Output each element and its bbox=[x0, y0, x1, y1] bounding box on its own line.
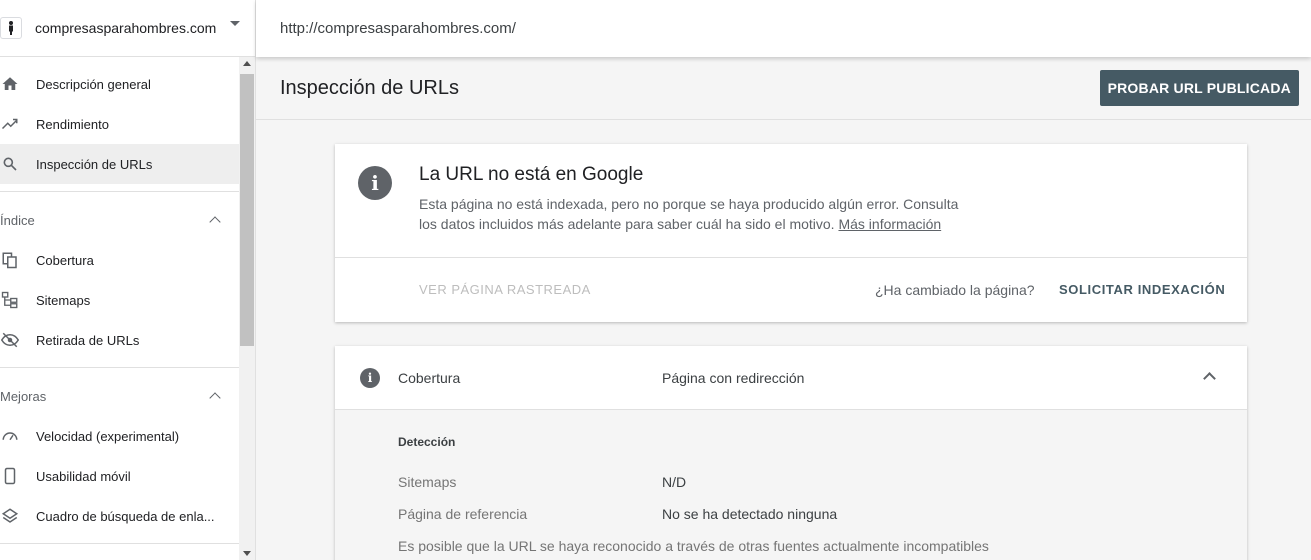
scrollbar-thumb[interactable] bbox=[240, 74, 254, 346]
sitemap-icon bbox=[0, 290, 20, 310]
detection-title: Detección bbox=[398, 435, 456, 449]
sidebar-item-mobile-usability[interactable]: Usabilidad móvil bbox=[0, 456, 239, 496]
detail-value-sitemaps: N/D bbox=[662, 474, 687, 490]
sidebar-scrollbar[interactable] bbox=[239, 57, 255, 560]
chevron-up-icon[interactable] bbox=[1203, 372, 1216, 385]
page-header: Inspección de URLs PROBAR URL PUBLICADA bbox=[256, 57, 1311, 120]
sidebar-item-performance[interactable]: Rendimiento bbox=[0, 104, 239, 144]
status-desc-line2: los datos incluidos más adelante para sa… bbox=[419, 216, 835, 232]
property-selector[interactable]: compresasparahombres.com bbox=[0, 0, 255, 57]
view-crawled-page-button[interactable]: VER PÁGINA RASTREADA bbox=[419, 282, 591, 297]
sidebar-item-label: Descripción general bbox=[36, 76, 151, 92]
info-icon: i bbox=[358, 166, 392, 200]
section-title: Mejoras bbox=[0, 388, 47, 404]
divider bbox=[0, 367, 239, 368]
layers-icon bbox=[0, 506, 20, 526]
url-inspect-bar[interactable]: http://compresasparahombres.com/ bbox=[256, 0, 1311, 57]
dropdown-arrow-icon[interactable] bbox=[230, 21, 240, 26]
sidebar-section-index[interactable]: Índice bbox=[0, 200, 239, 240]
sidebar-item-coverage[interactable]: Cobertura bbox=[0, 240, 239, 280]
sidebar-section-improvements[interactable]: Mejoras bbox=[0, 376, 239, 416]
request-indexing-button[interactable]: SOLICITAR INDEXACIÓN bbox=[1059, 282, 1225, 297]
eye-off-icon bbox=[0, 330, 20, 350]
smartphone-icon bbox=[0, 466, 20, 486]
divider bbox=[0, 191, 239, 192]
sidebar-item-label: Velocidad (experimental) bbox=[36, 428, 180, 444]
scroll-down-arrow-icon[interactable] bbox=[243, 551, 251, 556]
sidebar-item-label: Sitemaps bbox=[36, 292, 91, 308]
sidebar-nav: Descripción general Rendimiento Inspecci… bbox=[0, 64, 239, 552]
inspected-url[interactable]: http://compresasparahombres.com/ bbox=[280, 20, 516, 37]
sidebar-item-label: Usabilidad móvil bbox=[36, 468, 131, 484]
sidebar-item-label: Cuadro de búsqueda de enla... bbox=[36, 508, 215, 524]
detail-label-referring-page: Página de referencia bbox=[398, 506, 528, 522]
status-description: Esta página no está indexada, pero no po… bbox=[419, 194, 1019, 234]
sidebar-item-sitelinks-searchbox[interactable]: Cuadro de búsqueda de enla... bbox=[0, 496, 239, 536]
status-title: La URL no está en Google bbox=[419, 164, 644, 185]
page-changed-question: ¿Ha cambiado la página? bbox=[875, 282, 1035, 298]
sidebar-item-sitemaps[interactable]: Sitemaps bbox=[0, 280, 239, 320]
status-card-actions: VER PÁGINA RASTREADA ¿Ha cambiado la pág… bbox=[335, 257, 1247, 322]
home-icon bbox=[0, 74, 20, 94]
search-icon bbox=[0, 154, 20, 174]
chevron-up-icon[interactable] bbox=[209, 216, 221, 228]
chevron-up-icon[interactable] bbox=[209, 392, 221, 404]
coverage-header[interactable]: i Cobertura Página con redirección bbox=[335, 346, 1247, 410]
sidebar-item-label: Rendimiento bbox=[36, 116, 109, 132]
coverage-value: Página con redirección bbox=[662, 370, 805, 386]
sidebar-item-removals[interactable]: Retirada de URLs bbox=[0, 320, 239, 360]
detail-label-sitemaps: Sitemaps bbox=[398, 474, 457, 490]
sidebar-item-speed[interactable]: Velocidad (experimental) bbox=[0, 416, 239, 456]
scroll-up-arrow-icon[interactable] bbox=[243, 61, 251, 66]
coverage-details: Detección Sitemaps N/D Página de referen… bbox=[335, 410, 1247, 560]
coverage-label: Cobertura bbox=[398, 370, 461, 386]
page-title: Inspección de URLs bbox=[280, 76, 459, 99]
speedometer-icon bbox=[0, 426, 20, 446]
trending-up-icon bbox=[0, 114, 20, 134]
copy-pages-icon bbox=[0, 250, 20, 270]
sidebar-item-url-inspection[interactable]: Inspección de URLs bbox=[0, 144, 239, 184]
sidebar-item-overview[interactable]: Descripción general bbox=[0, 64, 239, 104]
coverage-card: i Cobertura Página con redirección Detec… bbox=[335, 346, 1247, 560]
sidebar-item-label: Retirada de URLs bbox=[36, 332, 140, 348]
learn-more-link[interactable]: Más información bbox=[838, 216, 941, 232]
test-live-url-button[interactable]: PROBAR URL PUBLICADA bbox=[1099, 70, 1299, 106]
detection-note: Es posible que la URL se haya reconocido… bbox=[398, 538, 989, 554]
main-content: Inspección de URLs PROBAR URL PUBLICADA … bbox=[256, 57, 1311, 560]
index-status-card: i La URL no está en Google Esta página n… bbox=[335, 144, 1247, 322]
sidebar: compresasparahombres.com Descripción gen… bbox=[0, 0, 256, 560]
property-favicon-icon bbox=[0, 17, 22, 39]
divider bbox=[0, 543, 239, 544]
sidebar-item-label: Cobertura bbox=[36, 252, 94, 268]
sidebar-item-label: Inspección de URLs bbox=[36, 156, 153, 172]
section-title: Índice bbox=[0, 212, 35, 228]
detail-value-referring-page: No se ha detectado ninguna bbox=[662, 506, 838, 522]
property-name: compresasparahombres.com bbox=[35, 20, 217, 36]
info-icon: i bbox=[360, 368, 380, 388]
status-desc-line1: Esta página no está indexada, pero no po… bbox=[419, 196, 959, 212]
